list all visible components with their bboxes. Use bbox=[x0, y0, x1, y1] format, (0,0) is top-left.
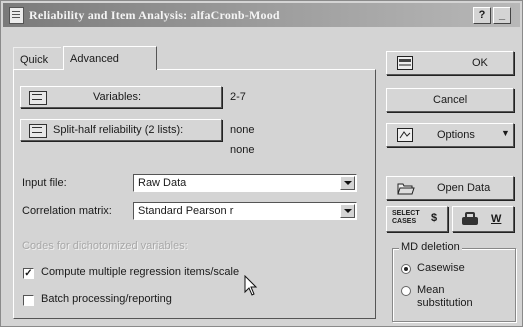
cancel-button[interactable]: Cancel bbox=[386, 88, 514, 112]
correlation-matrix-value: Standard Pearson r bbox=[138, 205, 234, 217]
window-title: Reliability and Item Analysis: alfaCronb… bbox=[29, 8, 280, 22]
open-folder-icon bbox=[397, 183, 415, 195]
options-icon bbox=[397, 128, 413, 142]
input-file-label: Input file: bbox=[22, 177, 67, 189]
mouse-cursor-icon bbox=[244, 275, 258, 296]
input-file-value: Raw Data bbox=[138, 177, 187, 189]
casewise-label[interactable]: Casewise bbox=[417, 262, 465, 274]
weight-icon bbox=[462, 212, 478, 225]
input-file-select[interactable]: Raw Data bbox=[133, 174, 357, 192]
md-deletion-title: MD deletion bbox=[399, 241, 462, 253]
help-button[interactable]: ? bbox=[473, 7, 491, 24]
ok-button-label: OK bbox=[472, 57, 488, 69]
chevron-down-icon[interactable] bbox=[340, 176, 355, 190]
split-half-list2-value: none bbox=[230, 144, 255, 156]
options-button-label: Options bbox=[437, 129, 475, 141]
variables-button-label: Variables: bbox=[93, 91, 142, 103]
batch-processing-label[interactable]: Batch processing/reporting bbox=[41, 293, 172, 305]
dropdown-arrow-icon: ▼ bbox=[501, 128, 510, 138]
advanced-tab-panel: Variables: 2-7 Split-half reliability (2… bbox=[13, 69, 376, 319]
mean-substitution-radio[interactable] bbox=[401, 286, 411, 296]
variables-value: 2-7 bbox=[230, 91, 246, 103]
summary-icon bbox=[397, 56, 413, 70]
split-half-button-label: Split-half reliability (2 lists): bbox=[53, 124, 184, 136]
tab-quick[interactable]: Quick bbox=[13, 47, 61, 69]
weight-label: W bbox=[491, 213, 502, 225]
variables-icon bbox=[29, 91, 47, 105]
minimize-button[interactable]: _ bbox=[493, 7, 511, 24]
split-half-reliability-button[interactable]: Split-half reliability (2 lists): bbox=[20, 119, 222, 141]
tab-advanced[interactable]: Advanced bbox=[63, 46, 157, 70]
batch-processing-checkbox[interactable] bbox=[23, 295, 34, 306]
compute-regression-checkbox[interactable]: ✓ bbox=[23, 268, 34, 279]
split-half-icon bbox=[29, 124, 47, 138]
correlation-matrix-select[interactable]: Standard Pearson r bbox=[133, 202, 357, 220]
open-data-button-label: Open Data bbox=[437, 182, 491, 194]
variables-button[interactable]: Variables: bbox=[20, 86, 222, 108]
title-bar[interactable]: Reliability and Item Analysis: alfaCronb… bbox=[3, 3, 520, 27]
dialog-window: Reliability and Item Analysis: alfaCronb… bbox=[0, 0, 523, 327]
chevron-down-icon[interactable] bbox=[340, 204, 355, 218]
mean-substitution-label[interactable]: Mean substitution bbox=[417, 284, 497, 310]
sort-icon: $ bbox=[431, 212, 438, 224]
split-half-list1-value: none bbox=[230, 124, 255, 136]
ok-button[interactable]: OK bbox=[386, 51, 514, 75]
select-cases-button[interactable]: SELECT CASES $ bbox=[386, 206, 448, 232]
options-button[interactable]: Options ▼ bbox=[386, 123, 514, 147]
weight-button[interactable]: W bbox=[452, 206, 514, 232]
select-cases-label-2: CASES bbox=[392, 218, 417, 225]
compute-regression-label[interactable]: Compute multiple regression items/scale bbox=[41, 266, 239, 278]
app-icon bbox=[9, 7, 24, 24]
correlation-matrix-label: Correlation matrix: bbox=[22, 205, 112, 217]
casewise-radio[interactable] bbox=[401, 264, 411, 274]
cancel-button-label: Cancel bbox=[433, 94, 468, 106]
open-data-button[interactable]: Open Data bbox=[386, 176, 514, 200]
select-cases-label-1: SELECT bbox=[392, 210, 420, 217]
codes-dichotomized-label: Codes for dichotomized variables: bbox=[22, 240, 188, 252]
